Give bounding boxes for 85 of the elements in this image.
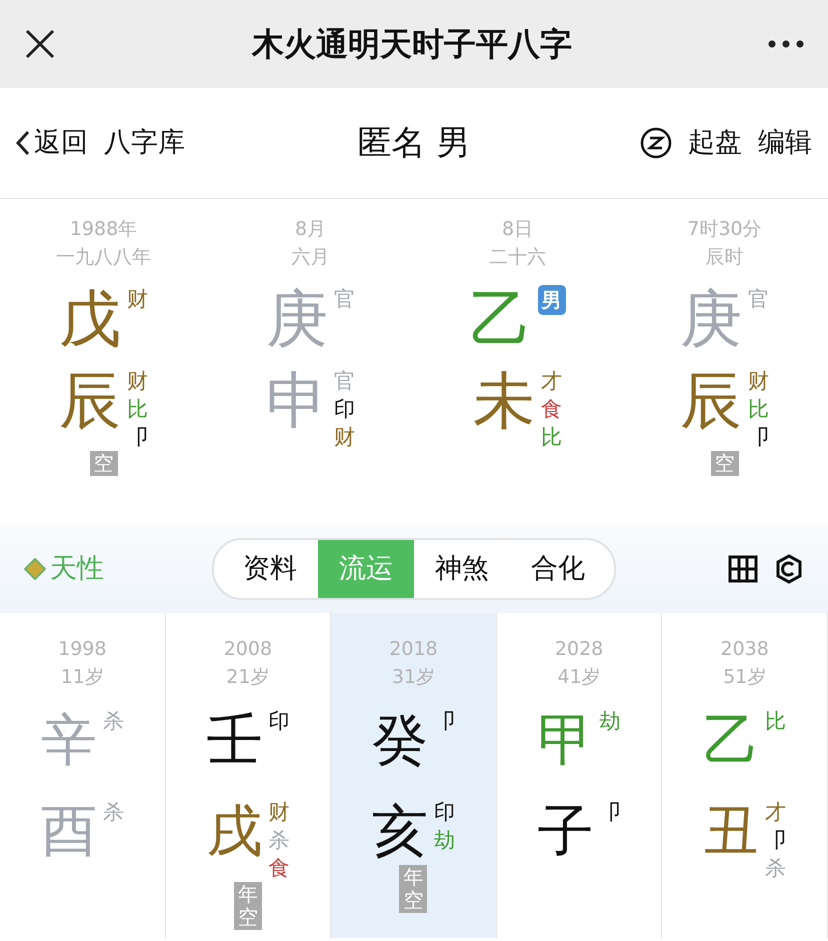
ten-god-label: 比 (765, 708, 786, 735)
ten-god-label: 印 (268, 708, 290, 735)
library-link[interactable]: 八字库 (104, 122, 185, 164)
ganzhi-character: 癸 (372, 707, 428, 774)
date-label: 7时30分 (687, 217, 762, 242)
ganzhi-character: 戌 (206, 798, 262, 866)
lunar-date-label: 二十六 (489, 245, 546, 270)
void-tag: 年空 (399, 865, 428, 914)
ten-god-label: 财 (127, 368, 148, 396)
chevron-left-icon (16, 130, 30, 156)
lunar-date-label: 辰时 (706, 245, 744, 270)
year-label: 2008 (224, 637, 272, 662)
ten-god-label: 官 (334, 286, 355, 313)
ganzhi-character: 壬 (206, 707, 262, 774)
age-label: 21岁 (226, 665, 270, 690)
ten-god-label: 劫 (434, 827, 455, 854)
age-label: 11岁 (60, 665, 104, 690)
close-icon[interactable] (24, 28, 56, 60)
tab[interactable]: 资料 (222, 540, 318, 598)
ten-god-label: 比 (127, 396, 148, 424)
ganzhi-character: 辛 (40, 707, 97, 774)
more-icon[interactable] (768, 40, 804, 48)
ten-god-label: 才 (765, 799, 786, 826)
ten-god-label: 财 (127, 286, 148, 313)
year-label: 1998 (58, 637, 106, 662)
diamond-icon (24, 558, 46, 580)
ganzhi-character: 庚 (266, 285, 328, 354)
ten-god-label: 杀 (102, 799, 124, 826)
ten-god-label: 才 (541, 368, 562, 396)
ten-god-label: 劫 (600, 708, 621, 735)
ten-god-label: 卩 (748, 424, 769, 452)
ganzhi-character: 戊 (59, 285, 121, 354)
action-link[interactable]: 编辑 (758, 122, 812, 164)
lunar-date-label: 六月 (292, 245, 330, 270)
ten-god-label: 卩 (127, 424, 148, 452)
ten-god-label: 食 (268, 855, 290, 882)
back-link[interactable]: 返回 (16, 122, 88, 164)
ten-god-label: 印 (334, 396, 355, 424)
ganzhi-character: 乙 (703, 707, 760, 774)
year-label: 2018 (389, 637, 438, 662)
year-label: 2038 (720, 637, 769, 662)
ganzhi-character: 亥 (372, 798, 428, 866)
ten-god-label: 比 (748, 396, 769, 424)
ten-god-label: 官 (334, 368, 355, 396)
grid-icon[interactable] (728, 555, 758, 583)
ten-god-label: 杀 (765, 855, 786, 882)
ganzhi-character: 乙 (470, 285, 532, 354)
tab[interactable]: 神煞 (414, 540, 510, 598)
age-label: 51岁 (723, 665, 766, 690)
date-label: 8月 (294, 217, 326, 242)
ten-god-label: 比 (541, 424, 562, 452)
ten-god-label: 印 (434, 799, 455, 826)
ten-god-label: 财 (334, 424, 355, 452)
action-link[interactable]: 起盘 (688, 122, 742, 164)
ten-god-label: 食 (541, 396, 562, 424)
ganzhi-character: 未 (473, 367, 535, 436)
void-tag: 空 (710, 451, 738, 476)
ten-god-label: 杀 (102, 708, 124, 735)
page-title: 匿名 男 (358, 122, 470, 164)
void-tag: 年空 (234, 882, 262, 930)
ganzhi-character: 辰 (680, 367, 742, 436)
ten-god-label: 杀 (268, 827, 290, 854)
ten-god-label: 财 (748, 368, 769, 396)
ganzhi-character: 子 (538, 798, 594, 866)
ganzhi-character: 庚 (680, 285, 742, 354)
ganzhi-character: 丑 (703, 798, 760, 866)
ganzhi-character: 申 (266, 367, 328, 436)
date-label: 8日 (502, 217, 534, 242)
date-label: 1988年 (70, 217, 138, 242)
age-label: 41岁 (557, 665, 601, 690)
window-title: 木火通明天时子平八字 (252, 24, 572, 65)
gender-badge: 男 (538, 285, 566, 315)
ganzhi-character: 辰 (59, 367, 121, 436)
lunar-date-label: 一九八八年 (56, 245, 151, 270)
year-label: 2028 (554, 637, 604, 662)
void-tag: 空 (90, 451, 118, 476)
ten-god-label: 官 (748, 286, 769, 313)
ganzhi-character: 甲 (538, 707, 594, 774)
ten-god-label: 卩 (765, 827, 786, 854)
ten-god-label: 财 (268, 799, 290, 826)
ten-god-label: 卩 (600, 799, 621, 826)
ten-god-label: 卩 (434, 708, 455, 735)
tab[interactable]: 合化 (510, 540, 606, 598)
age-label: 31岁 (392, 665, 436, 690)
ganzhi-character: 酉 (40, 798, 97, 866)
